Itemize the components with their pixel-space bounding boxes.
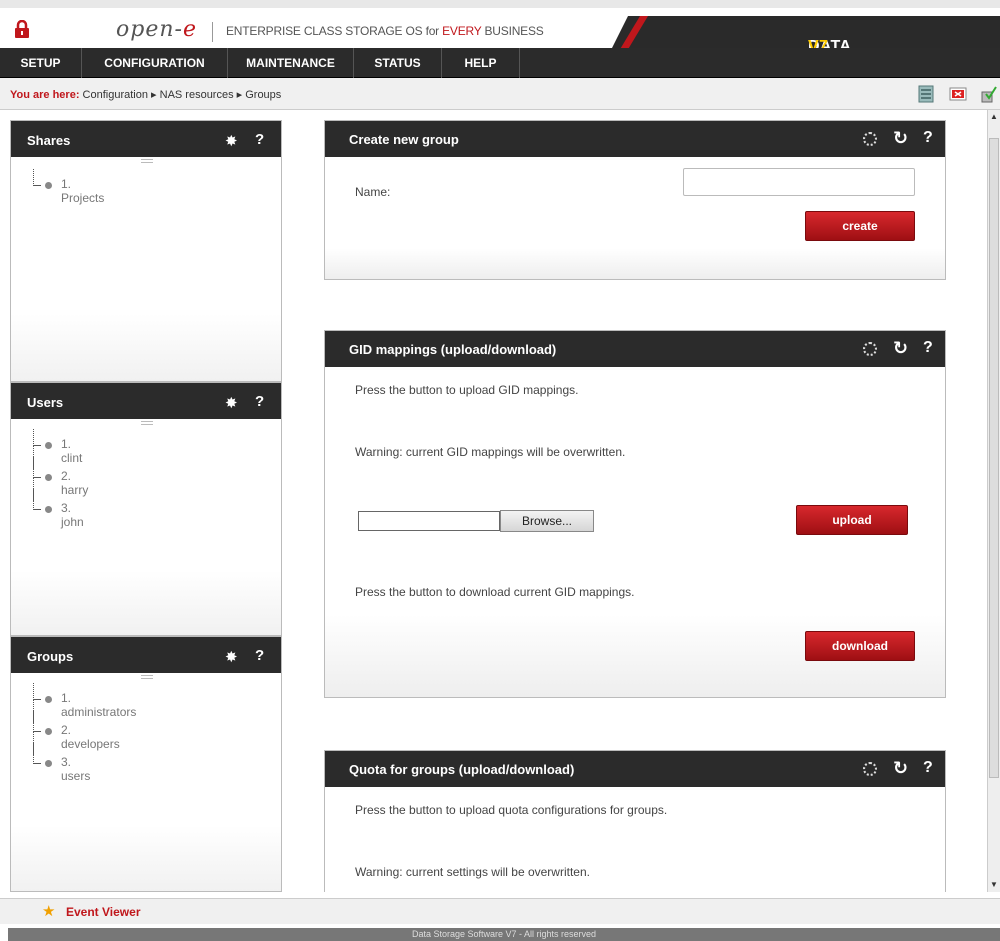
gid-file-input[interactable] <box>358 511 500 531</box>
gid-warning-text: Warning: current GID mappings will be ov… <box>355 445 626 459</box>
breadcrumb: You are here: Configuration ▸ NAS resour… <box>10 89 282 101</box>
bullet-icon <box>45 696 52 703</box>
main-nav: SETUP CONFIGURATION MAINTENANCE STATUS H… <box>0 48 1000 78</box>
scroll-down-icon[interactable]: ▼ <box>990 880 998 889</box>
top-banner: open-e ENTERPRISE CLASS STORAGE OS for E… <box>0 0 1000 56</box>
create-group-header: Create new group ↻ ? <box>325 121 945 157</box>
quota-body: Press the button to upload quota configu… <box>325 787 945 892</box>
users-panel: Users ✸ ? 1. clint 2. harry 3. john <box>10 382 282 636</box>
shares-panel: Shares ✸ ? 1. Projects <box>10 120 282 382</box>
header-divider <box>212 22 213 42</box>
users-title: Users <box>27 395 64 410</box>
resize-grip-icon[interactable] <box>141 675 153 679</box>
users-body: 1. clint 2. harry 3. john <box>11 419 281 635</box>
bullet-icon <box>45 506 52 513</box>
header-tagline: ENTERPRISE CLASS STORAGE OS for EVERY BU… <box>226 24 544 38</box>
download-button[interactable]: download <box>805 631 915 661</box>
gear-icon[interactable]: ✸ <box>225 132 238 150</box>
scroll-up-icon[interactable]: ▲ <box>990 112 998 121</box>
refresh-icon[interactable]: ↻ <box>893 128 908 149</box>
create-group-body: Name: create <box>325 157 945 279</box>
refresh-icon[interactable]: ↻ <box>893 338 908 359</box>
loading-icon <box>863 762 877 776</box>
create-button[interactable]: create <box>805 211 915 241</box>
groups-header: Groups ✸ ? <box>11 637 281 673</box>
shares-title: Shares <box>27 133 71 148</box>
quota-upload-text: Press the button to upload quota configu… <box>355 803 668 817</box>
nav-help[interactable]: HELP <box>442 48 520 78</box>
gear-icon[interactable]: ✸ <box>225 648 238 666</box>
bullet-icon <box>45 760 52 767</box>
name-label: Name: <box>355 185 391 199</box>
bullet-icon <box>45 474 52 481</box>
groups-body: 1. administrators 2. developers 3. users <box>11 673 281 891</box>
gid-mappings-panel: GID mappings (upload/download) ↻ ? Press… <box>324 330 946 698</box>
left-sidebar: Shares ✸ ? 1. Projects Users ✸ ? 1. clin… <box>10 120 282 892</box>
users-header: Users ✸ ? <box>11 383 281 419</box>
star-icon: ★ <box>42 903 56 920</box>
help-icon[interactable]: ? <box>255 647 264 664</box>
nav-maintenance[interactable]: MAINTENANCE <box>228 48 354 78</box>
event-viewer-bar: ★ Event Viewer <box>0 898 1000 924</box>
gid-upload-text: Press the button to upload GID mappings. <box>355 383 579 397</box>
resize-grip-icon[interactable] <box>141 159 153 163</box>
help-icon[interactable]: ? <box>255 393 264 410</box>
main-scrollbar[interactable]: ▲ ▼ <box>987 110 1000 892</box>
group-name-input[interactable] <box>683 168 915 196</box>
gid-mappings-header: GID mappings (upload/download) ↻ ? <box>325 331 945 367</box>
shares-header: Shares ✸ ? <box>11 121 281 157</box>
browse-button[interactable]: Browse... <box>500 510 594 532</box>
create-group-panel: Create new group ↻ ? Name: create <box>324 120 946 280</box>
shares-body: 1. Projects <box>11 157 281 381</box>
logout-icon[interactable] <box>948 84 968 104</box>
refresh-icon[interactable]: ↻ <box>893 758 908 779</box>
upload-button[interactable]: upload <box>796 505 908 535</box>
help-icon[interactable]: ? <box>923 759 933 777</box>
main-content: Create new group ↻ ? Name: create GID ma… <box>324 120 946 892</box>
event-viewer-link[interactable]: Event Viewer <box>66 905 140 919</box>
shutdown-icon[interactable] <box>978 84 998 104</box>
gid-download-text: Press the button to download current GID… <box>355 585 635 599</box>
bullet-icon <box>45 442 52 449</box>
loading-icon <box>863 132 877 146</box>
gid-mappings-body: Press the button to upload GID mappings.… <box>325 367 945 697</box>
open-e-logo: open-e <box>116 17 197 42</box>
nav-status[interactable]: STATUS <box>354 48 442 78</box>
groups-title: Groups <box>27 649 74 664</box>
loading-icon <box>863 342 877 356</box>
nav-configuration[interactable]: CONFIGURATION <box>82 48 228 78</box>
gid-mappings-title: GID mappings (upload/download) <box>349 342 557 357</box>
create-group-title: Create new group <box>349 132 459 147</box>
gear-icon[interactable]: ✸ <box>225 394 238 412</box>
help-icon[interactable]: ? <box>923 129 933 147</box>
nav-setup[interactable]: SETUP <box>0 48 82 78</box>
server-icon[interactable] <box>916 84 936 104</box>
groups-panel: Groups ✸ ? 1. administrators 2. develope… <box>10 636 282 892</box>
lock-icon[interactable] <box>14 20 30 38</box>
bullet-icon <box>45 182 52 189</box>
help-icon[interactable]: ? <box>923 339 933 357</box>
quota-header: Quota for groups (upload/download) ↻ ? <box>325 751 945 787</box>
quota-warning-text: Warning: current settings will be overwr… <box>355 865 590 879</box>
breadcrumb-bar: You are here: Configuration ▸ NAS resour… <box>0 78 1000 110</box>
resize-grip-icon[interactable] <box>141 421 153 425</box>
scroll-thumb[interactable] <box>989 138 999 778</box>
quota-title: Quota for groups (upload/download) <box>349 762 575 777</box>
quota-panel: Quota for groups (upload/download) ↻ ? P… <box>324 750 946 892</box>
bullet-icon <box>45 728 52 735</box>
footer: Data Storage Software V7 - All rights re… <box>8 928 1000 941</box>
help-icon[interactable]: ? <box>255 131 264 148</box>
